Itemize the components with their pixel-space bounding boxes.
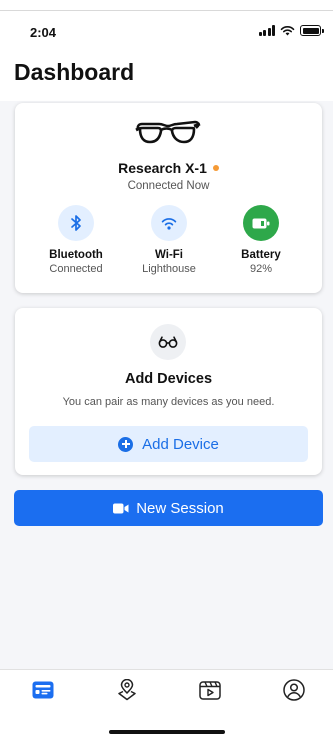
top-edge — [0, 0, 333, 11]
tab-profile[interactable] — [282, 679, 306, 701]
wifi-icon — [151, 205, 187, 241]
tab-dashboard[interactable] — [31, 679, 55, 701]
page-title: Dashboard — [14, 59, 135, 85]
feature-value: 92% — [249, 263, 273, 275]
battery-icon — [243, 205, 279, 241]
device-name: Research X-1 — [15, 160, 322, 176]
feature-label: Battery — [241, 249, 281, 261]
feature-wifi[interactable]: Wi-Fi Lighthouse — [124, 205, 214, 275]
add-device-label: Add Device — [142, 435, 219, 453]
wifi-status-icon — [280, 26, 295, 36]
status-bar: 2:04 — [0, 11, 333, 55]
add-devices-card: Add Devices You can pair as many devices… — [15, 308, 322, 475]
app-content: Dashboard Research X-1 Connected Now Blu… — [0, 55, 333, 669]
tab-bar — [0, 669, 333, 734]
feature-value: Connected — [49, 263, 103, 275]
status-dot — [212, 165, 219, 171]
status-icons — [258, 25, 324, 36]
profile-icon — [283, 679, 305, 701]
device-connection-status: Connected Now — [127, 180, 210, 192]
feature-label: Bluetooth — [49, 249, 103, 261]
smart-glasses-icon — [135, 120, 201, 144]
map-pin-icon — [118, 679, 136, 701]
feature-label: Wi-Fi — [155, 249, 183, 261]
dashboard-icon — [32, 681, 54, 699]
feature-battery[interactable]: Battery 92% — [216, 205, 306, 275]
add-devices-title: Add Devices — [124, 371, 213, 387]
feature-value: Lighthouse — [142, 263, 196, 275]
status-time: 2:04 — [30, 25, 57, 40]
device-card[interactable]: Research X-1 Connected Now Bluetooth Con… — [15, 103, 322, 293]
home-indicator[interactable] — [109, 730, 225, 734]
glasses-icon — [150, 324, 186, 360]
video-library-icon — [199, 680, 221, 700]
signal-icon — [258, 25, 275, 36]
bluetooth-icon — [58, 205, 94, 241]
new-session-button[interactable]: New Session — [14, 490, 323, 526]
battery-status-icon — [300, 25, 324, 36]
feature-bluetooth[interactable]: Bluetooth Connected — [31, 205, 121, 275]
tab-location[interactable] — [115, 679, 139, 701]
new-session-label: New Session — [136, 499, 224, 517]
plus-circle-icon — [118, 436, 134, 452]
video-camera-icon — [113, 503, 129, 513]
tab-sessions[interactable] — [198, 679, 222, 701]
add-devices-subtitle: You can pair as many devices as you need… — [62, 396, 275, 408]
add-device-button[interactable]: Add Device — [29, 426, 308, 462]
